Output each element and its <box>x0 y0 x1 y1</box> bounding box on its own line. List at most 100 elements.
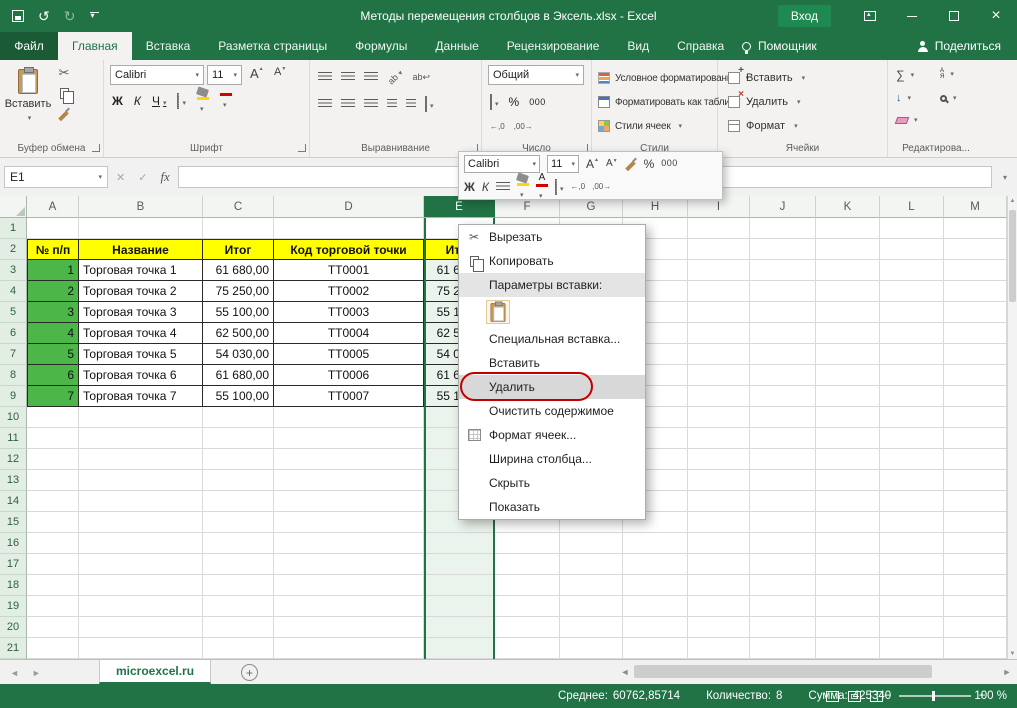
cell-E20[interactable] <box>424 617 495 638</box>
ribbon-tab-7[interactable]: Справка <box>663 32 738 60</box>
insert-cells-button[interactable]: Вставить <box>728 68 805 88</box>
grow-font-button[interactable]: А <box>250 66 264 81</box>
paste-option-button[interactable] <box>486 300 510 324</box>
cell-A16[interactable] <box>27 533 79 554</box>
row-header-5[interactable]: 5 <box>0 302 27 323</box>
cell-I12[interactable] <box>688 449 750 470</box>
enter-formula-button[interactable]: ✓ <box>138 171 147 184</box>
cell-B13[interactable] <box>79 470 203 491</box>
cell-J20[interactable] <box>750 617 816 638</box>
previous-sheet-icon[interactable]: ◄ <box>10 668 19 678</box>
zoom-out-button[interactable]: − <box>884 690 891 702</box>
cell-M4[interactable] <box>944 281 1007 302</box>
bold-button[interactable]: Ж <box>112 94 123 108</box>
cell-J16[interactable] <box>750 533 816 554</box>
cell-K17[interactable] <box>816 554 880 575</box>
cell-B10[interactable] <box>79 407 203 428</box>
underline-button[interactable]: Ч <box>152 94 167 108</box>
cell-I16[interactable] <box>688 533 750 554</box>
cell-M12[interactable] <box>944 449 1007 470</box>
cell-J3[interactable] <box>750 260 816 281</box>
horizontal-scrollbar[interactable]: ◄ ► <box>620 663 1012 681</box>
cell-D14[interactable] <box>274 491 424 512</box>
expand-formula-bar-button[interactable]: ▾ <box>995 166 1015 188</box>
column-header-C[interactable]: C <box>203 196 274 218</box>
sign-in-button[interactable]: Вход <box>778 5 831 27</box>
cell-J10[interactable] <box>750 407 816 428</box>
cell-I18[interactable] <box>688 575 750 596</box>
cell-B8[interactable]: Торговая точка 6 <box>79 365 203 386</box>
cell-C4[interactable]: 75 250,00 <box>203 281 274 302</box>
cell-C16[interactable] <box>203 533 274 554</box>
cell-M10[interactable] <box>944 407 1007 428</box>
row-header-15[interactable]: 15 <box>0 512 27 533</box>
column-header-A[interactable]: A <box>27 196 79 218</box>
cell-A6[interactable]: 4 <box>27 323 79 344</box>
cell-M18[interactable] <box>944 575 1007 596</box>
cell-A12[interactable] <box>27 449 79 470</box>
cell-A21[interactable] <box>27 638 79 659</box>
cell-L1[interactable] <box>880 218 944 239</box>
comma-style-button[interactable]: 000 <box>529 97 546 107</box>
ribbon-tab-file[interactable]: Файл <box>0 32 58 60</box>
cell-E18[interactable] <box>424 575 495 596</box>
cell-L9[interactable] <box>880 386 944 407</box>
autosum-button[interactable]: ∑ <box>896 68 914 82</box>
find-select-button[interactable] <box>940 94 957 102</box>
cell-L4[interactable] <box>880 281 944 302</box>
cell-C12[interactable] <box>203 449 274 470</box>
mini-font-name-select[interactable]: Calibri▾ <box>464 155 540 173</box>
cell-C21[interactable] <box>203 638 274 659</box>
cell-A8[interactable]: 6 <box>27 365 79 386</box>
cell-D17[interactable] <box>274 554 424 575</box>
cell-A11[interactable] <box>27 428 79 449</box>
increase-decimal-button[interactable]: ←,0 <box>490 122 505 131</box>
cell-M11[interactable] <box>944 428 1007 449</box>
cell-J21[interactable] <box>750 638 816 659</box>
cell-I10[interactable] <box>688 407 750 428</box>
cell-I11[interactable] <box>688 428 750 449</box>
scroll-down-icon[interactable]: ▼ <box>1008 651 1017 657</box>
cell-J6[interactable] <box>750 323 816 344</box>
cell-D19[interactable] <box>274 596 424 617</box>
row-header-9[interactable]: 9 <box>0 386 27 407</box>
font-name-select[interactable]: Calibri▾ <box>110 65 204 85</box>
cell-D18[interactable] <box>274 575 424 596</box>
mini-format-painter-icon[interactable] <box>625 158 637 170</box>
cell-C17[interactable] <box>203 554 274 575</box>
mini-increase-decimal-button[interactable]: ←,0 <box>570 182 585 191</box>
cell-D5[interactable]: TT0003 <box>274 302 424 323</box>
row-header-2[interactable]: 2 <box>0 239 27 260</box>
sheet-tab-active[interactable]: microexcel.ru <box>99 660 211 684</box>
cell-L18[interactable] <box>880 575 944 596</box>
merge-center-button[interactable] <box>425 97 434 111</box>
cell-J4[interactable] <box>750 281 816 302</box>
mini-borders-button[interactable] <box>555 180 564 194</box>
horizontal-scroll-track[interactable] <box>632 664 1000 680</box>
mini-bold-button[interactable]: Ж <box>464 181 475 193</box>
cell-C15[interactable] <box>203 512 274 533</box>
cell-H19[interactable] <box>623 596 688 617</box>
cell-M20[interactable] <box>944 617 1007 638</box>
zoom-slider[interactable] <box>899 695 971 697</box>
font-size-select[interactable]: 11▾ <box>207 65 242 85</box>
cell-M7[interactable] <box>944 344 1007 365</box>
cell-I1[interactable] <box>688 218 750 239</box>
select-all-corner[interactable] <box>0 196 27 218</box>
scroll-right-icon[interactable]: ► <box>1002 667 1012 677</box>
cell-C2[interactable]: Итог <box>203 239 274 260</box>
cell-G18[interactable] <box>560 575 623 596</box>
cell-A3[interactable]: 1 <box>27 260 79 281</box>
cut-icon[interactable]: ✂ <box>59 66 70 79</box>
cell-J15[interactable] <box>750 512 816 533</box>
undo-icon[interactable]: ↺ <box>38 9 50 23</box>
row-header-8[interactable]: 8 <box>0 365 27 386</box>
cell-L20[interactable] <box>880 617 944 638</box>
menu-item-unhide[interactable]: Показать <box>459 495 645 519</box>
cell-M17[interactable] <box>944 554 1007 575</box>
cell-G21[interactable] <box>560 638 623 659</box>
cell-L7[interactable] <box>880 344 944 365</box>
cell-I2[interactable] <box>688 239 750 260</box>
cell-C18[interactable] <box>203 575 274 596</box>
cell-C9[interactable]: 55 100,00 <box>203 386 274 407</box>
